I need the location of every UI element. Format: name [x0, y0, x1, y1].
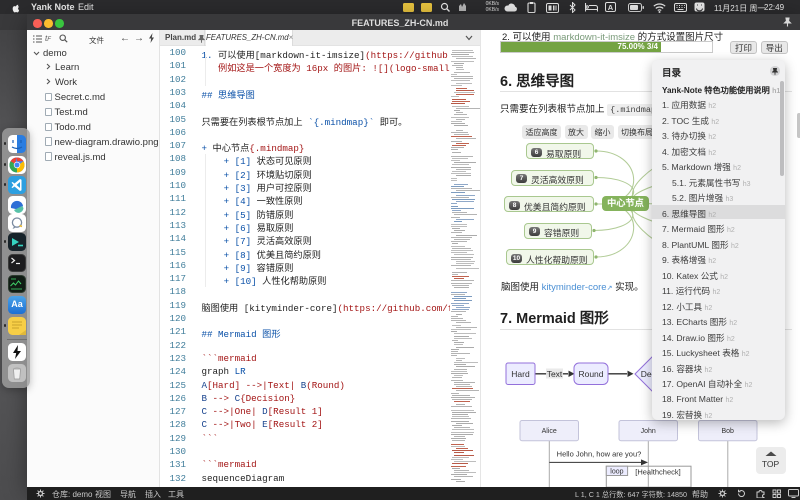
svg-text:John: John: [641, 428, 656, 435]
svg-text:Hello John, how are you?: Hello John, how are you?: [557, 450, 642, 459]
svg-text:Text: Text: [547, 369, 563, 379]
svg-text:[Healthcheck]: [Healthcheck]: [635, 467, 680, 476]
svg-text:Alice: Alice: [542, 428, 557, 435]
svg-text:Bob: Bob: [721, 428, 734, 435]
svg-text:loop: loop: [610, 468, 623, 475]
svg-text:Hard: Hard: [511, 369, 530, 379]
svg-text:Round: Round: [578, 369, 603, 379]
